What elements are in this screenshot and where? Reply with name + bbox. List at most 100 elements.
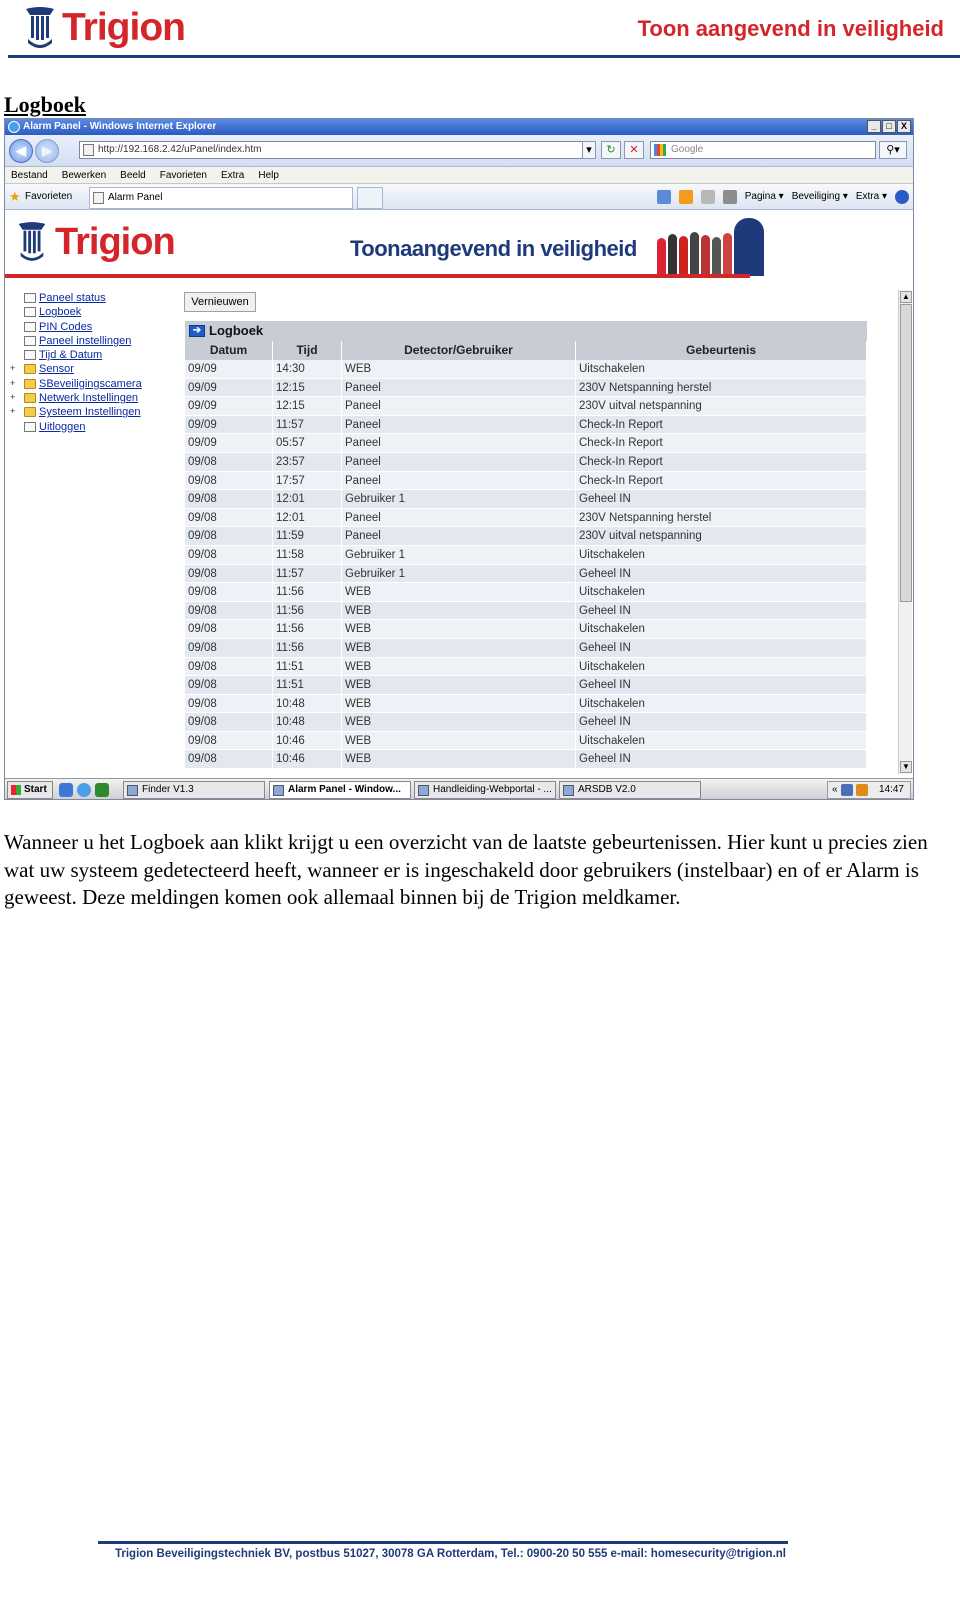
cell-tijd: 11:57	[273, 415, 342, 434]
tree-item-paneel-instellingen[interactable]: Paneel instellingen	[9, 334, 179, 348]
address-url: http://192.168.2.42/uPanel/index.htm	[98, 144, 262, 155]
favorites-button[interactable]: ★ Favorieten	[9, 189, 72, 205]
scroll-down-icon[interactable]: ▼	[900, 761, 912, 773]
scroll-thumb[interactable]	[900, 304, 912, 602]
tree-item-logboek[interactable]: Logboek	[9, 305, 179, 319]
help-icon[interactable]	[895, 190, 909, 204]
log-panel: ➔ Logboek Datum Tijd Detector/Gebruiker …	[185, 321, 867, 770]
tray-expand-icon[interactable]: «	[832, 784, 838, 796]
table-row: 09/08 23:57 Paneel Check-In Report	[185, 452, 867, 472]
print-icon[interactable]	[722, 190, 737, 204]
word-icon	[418, 785, 429, 796]
cell-datum: 09/08	[185, 545, 273, 564]
column-header-gebeurtenis: Gebeurtenis	[576, 341, 867, 360]
tree-item-beveiligingscamera[interactable]: + SBeveiligingscamera	[9, 377, 179, 391]
menu-beeld[interactable]: Beeld	[120, 167, 146, 183]
forward-button[interactable]: ▶	[35, 139, 59, 163]
footer-contact: Trigion Beveiligingstechniek BV, postbus…	[115, 1548, 786, 1560]
tree-item-pin-codes[interactable]: PIN Codes	[9, 320, 179, 334]
address-toolbar: ◀ ▶ http://192.168.2.42/uPanel/index.htm…	[5, 135, 913, 167]
cell-datum: 09/09	[185, 434, 273, 452]
table-row: 09/08 11:59 Paneel 230V uitval netspanning	[185, 527, 867, 546]
cell-tijd: 11:57	[273, 564, 342, 583]
cell-detector: WEB	[342, 638, 576, 657]
internet-explorer-icon[interactable]	[77, 783, 91, 797]
cell-tijd: 11:56	[273, 583, 342, 601]
cell-datum: 09/08	[185, 564, 273, 583]
cell-detector: Paneel	[342, 508, 576, 527]
task-label: Handleiding-Webportal - ...	[433, 784, 552, 795]
close-button[interactable]: X	[897, 120, 911, 133]
expand-plus-icon[interactable]: +	[10, 364, 18, 373]
minimize-button[interactable]: _	[867, 120, 881, 133]
mail-icon[interactable]	[700, 190, 715, 204]
feeds-icon[interactable]	[678, 190, 693, 204]
search-icon[interactable]: ⚲▾	[879, 141, 907, 159]
description-paragraph: Wanneer u het Logboek aan klikt krijgt u…	[4, 830, 928, 909]
cell-gebeurtenis: Geheel IN	[576, 638, 867, 657]
cell-gebeurtenis: Uitschakelen	[576, 731, 867, 750]
command-extra[interactable]: Extra ▾	[856, 189, 887, 205]
cell-gebeurtenis: Uitschakelen	[576, 620, 867, 638]
menu-extra[interactable]: Extra	[221, 167, 244, 183]
tree-item-netwerk-instellingen[interactable]: + Netwerk Instellingen	[9, 391, 179, 405]
task-alarm-panel[interactable]: Alarm Panel - Window...	[269, 781, 411, 799]
cell-datum: 09/08	[185, 676, 273, 694]
menu-bestand[interactable]: Bestand	[11, 167, 48, 183]
media-player-icon[interactable]	[95, 783, 109, 797]
address-dropdown-icon[interactable]: ▾	[582, 141, 596, 159]
command-beveiliging[interactable]: Beveiliging ▾	[792, 189, 848, 205]
tree-item-tijd-datum[interactable]: Tijd & Datum	[9, 348, 179, 362]
refresh-button[interactable]: Vernieuwen	[184, 292, 256, 312]
cell-gebeurtenis: Geheel IN	[576, 750, 867, 769]
alert-icon[interactable]	[855, 784, 868, 796]
tree-item-uitloggen[interactable]: Uitloggen	[9, 420, 179, 434]
table-row: 09/08 12:01 Gebruiker 1 Geheel IN	[185, 490, 867, 509]
command-pagina[interactable]: Pagina ▾	[745, 189, 784, 205]
new-tab-button[interactable]	[357, 187, 383, 209]
address-input[interactable]: http://192.168.2.42/uPanel/index.htm	[79, 141, 595, 159]
folder-icon	[24, 364, 36, 375]
maximize-button[interactable]: □	[882, 120, 896, 133]
cell-tijd: 11:56	[273, 638, 342, 657]
menu-bewerken[interactable]: Bewerken	[62, 167, 106, 183]
expand-plus-icon[interactable]: +	[10, 407, 18, 416]
show-desktop-icon[interactable]	[59, 783, 73, 797]
cell-detector: Paneel	[342, 415, 576, 434]
scroll-up-icon[interactable]: ▲	[900, 291, 912, 303]
tree-item-systeem-instellingen[interactable]: + Systeem Instellingen	[9, 405, 179, 419]
windows-logo-icon	[11, 785, 21, 795]
expand-plus-icon[interactable]: +	[10, 393, 18, 402]
task-arsdb[interactable]: ARSDB V2.0	[559, 781, 701, 799]
tab-alarm-panel[interactable]: Alarm Panel	[89, 187, 353, 209]
internet-explorer-icon	[8, 121, 20, 133]
task-handleiding[interactable]: Handleiding-Webportal - ...	[414, 781, 556, 799]
cell-datum: 09/08	[185, 713, 273, 731]
vertical-scrollbar[interactable]: ▲ ▼	[898, 290, 912, 774]
task-finder[interactable]: Finder V1.3	[123, 781, 265, 799]
cell-datum: 09/08	[185, 750, 273, 769]
menu-help[interactable]: Help	[258, 167, 279, 183]
cell-tijd: 23:57	[273, 452, 342, 471]
column-header-datum: Datum	[185, 341, 273, 360]
table-row: 09/08 11:51 WEB Uitschakelen	[185, 657, 867, 677]
back-button[interactable]: ◀	[9, 139, 33, 163]
page-icon	[24, 350, 36, 361]
start-button[interactable]: Start	[7, 781, 53, 799]
tree-item-paneel-status[interactable]: Paneel status	[9, 291, 179, 305]
menu-favorieten[interactable]: Favorieten	[160, 167, 207, 183]
stop-icon[interactable]: ✕	[624, 141, 644, 159]
cell-gebeurtenis: 230V Netspanning herstel	[576, 508, 867, 527]
home-icon[interactable]	[656, 190, 671, 204]
search-placeholder: Google	[671, 144, 704, 155]
cell-detector: Gebruiker 1	[342, 545, 576, 564]
cell-datum: 09/08	[185, 620, 273, 638]
cell-tijd: 11:56	[273, 620, 342, 638]
search-input[interactable]: Google	[650, 141, 876, 159]
tree-item-sensor[interactable]: + Sensor	[9, 362, 179, 376]
cell-gebeurtenis: Geheel IN	[576, 713, 867, 731]
refresh-icon[interactable]: ↻	[601, 141, 621, 159]
expand-plus-icon[interactable]: +	[10, 378, 18, 388]
network-icon[interactable]	[840, 784, 853, 796]
star-icon: ★	[9, 189, 21, 204]
